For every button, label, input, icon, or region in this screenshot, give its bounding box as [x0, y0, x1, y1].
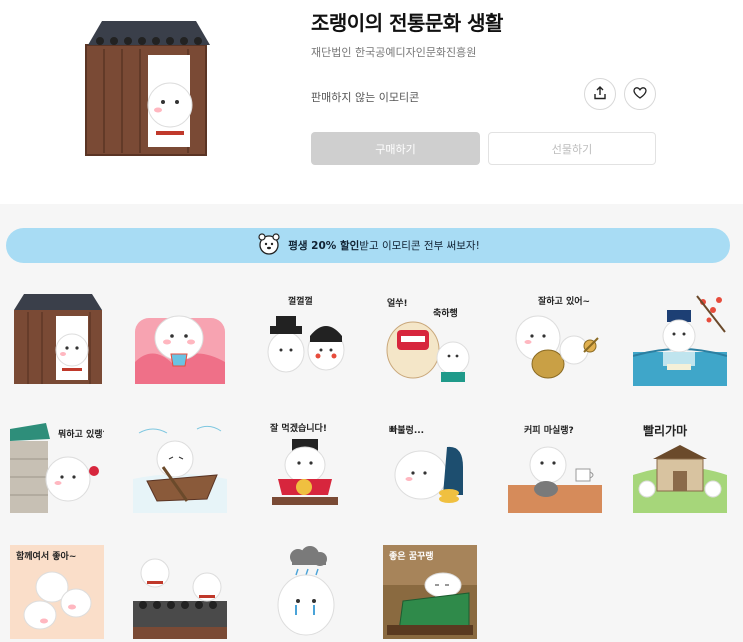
- promo-banner[interactable]: 평생 20% 할인 받고 이모티콘 전부 써보자!: [6, 228, 730, 263]
- sticker-rowing-boat[interactable]: [133, 419, 227, 513]
- emoticon-thumbnail: [78, 17, 218, 157]
- like-button[interactable]: [624, 78, 656, 110]
- sticker-hug-bokjumeoni[interactable]: [133, 292, 227, 386]
- sticker-caption: 뭐하고 있랭?: [58, 428, 104, 440]
- sticker-coffee[interactable]: 커피 마실랭?: [508, 419, 602, 513]
- sticker-laundry[interactable]: 빠불렁...: [383, 419, 477, 513]
- sticker-hanok-door[interactable]: [10, 292, 104, 386]
- sticker-wedding[interactable]: 껄껄껄: [258, 292, 352, 386]
- sticker-caption-a: 얼쑤!: [387, 297, 408, 309]
- sticker-peeking-wall[interactable]: 뭐하고 있랭?: [10, 419, 104, 513]
- sticker-rain-cloud[interactable]: [258, 545, 352, 639]
- sticker-caption: 커피 마실랭?: [524, 424, 574, 436]
- sticker-caption: 함께여서 좋아~: [16, 550, 76, 562]
- sticker-sleeping[interactable]: 좋은 꿈꾸랭: [383, 545, 477, 639]
- sticker-caption-b: 축하행: [433, 307, 458, 319]
- sticker-roof-run[interactable]: [133, 545, 227, 639]
- share-button[interactable]: [584, 78, 616, 110]
- sticker-caption: 빨리가마: [643, 423, 687, 438]
- sticker-eating-feast[interactable]: 잘 먹겠습니다!: [258, 419, 352, 513]
- sticker-scholar-reading[interactable]: [633, 292, 727, 386]
- sticker-caption: 잘하고 있어~: [538, 295, 590, 307]
- sticker-drum[interactable]: 잘하고 있어~: [508, 292, 602, 386]
- page-title: 조랭이의 전통문화 생활: [311, 11, 503, 35]
- banner-highlight: 평생 20% 할인: [288, 240, 360, 252]
- banner-text: 받고 이모티콘 전부 써보자!: [359, 240, 480, 252]
- buy-button[interactable]: 구매하기: [311, 132, 480, 165]
- sticker-hurry-house[interactable]: 빨리가마: [633, 419, 727, 513]
- sticker-gallery: 평생 20% 할인 받고 이모티콘 전부 써보자! 껄껄껄 얼쑤! 축하행 잘하…: [0, 204, 743, 642]
- bear-icon: [256, 232, 282, 259]
- sticker-caption: 좋은 꿈꾸랭: [389, 550, 434, 562]
- sale-status: 판매하지 않는 이모티콘: [311, 91, 420, 104]
- sticker-caption: 빠불렁...: [389, 424, 424, 436]
- sticker-lion-dance[interactable]: 얼쑤! 축하행: [383, 292, 477, 386]
- sticker-caption: 껄껄껄: [288, 295, 313, 307]
- sticker-caption: 잘 먹겠습니다!: [270, 422, 327, 434]
- share-icon: [593, 85, 607, 104]
- heart-icon: [633, 85, 647, 104]
- publisher-name: 재단법인 한국공예디자인문화진흥원: [311, 46, 477, 59]
- product-header: 조랭이의 전통문화 생활 재단법인 한국공예디자인문화진흥원 판매하지 않는 이…: [0, 0, 743, 204]
- sticker-together[interactable]: 함께여서 좋아~: [10, 545, 104, 639]
- gift-button[interactable]: 선물하기: [488, 132, 656, 165]
